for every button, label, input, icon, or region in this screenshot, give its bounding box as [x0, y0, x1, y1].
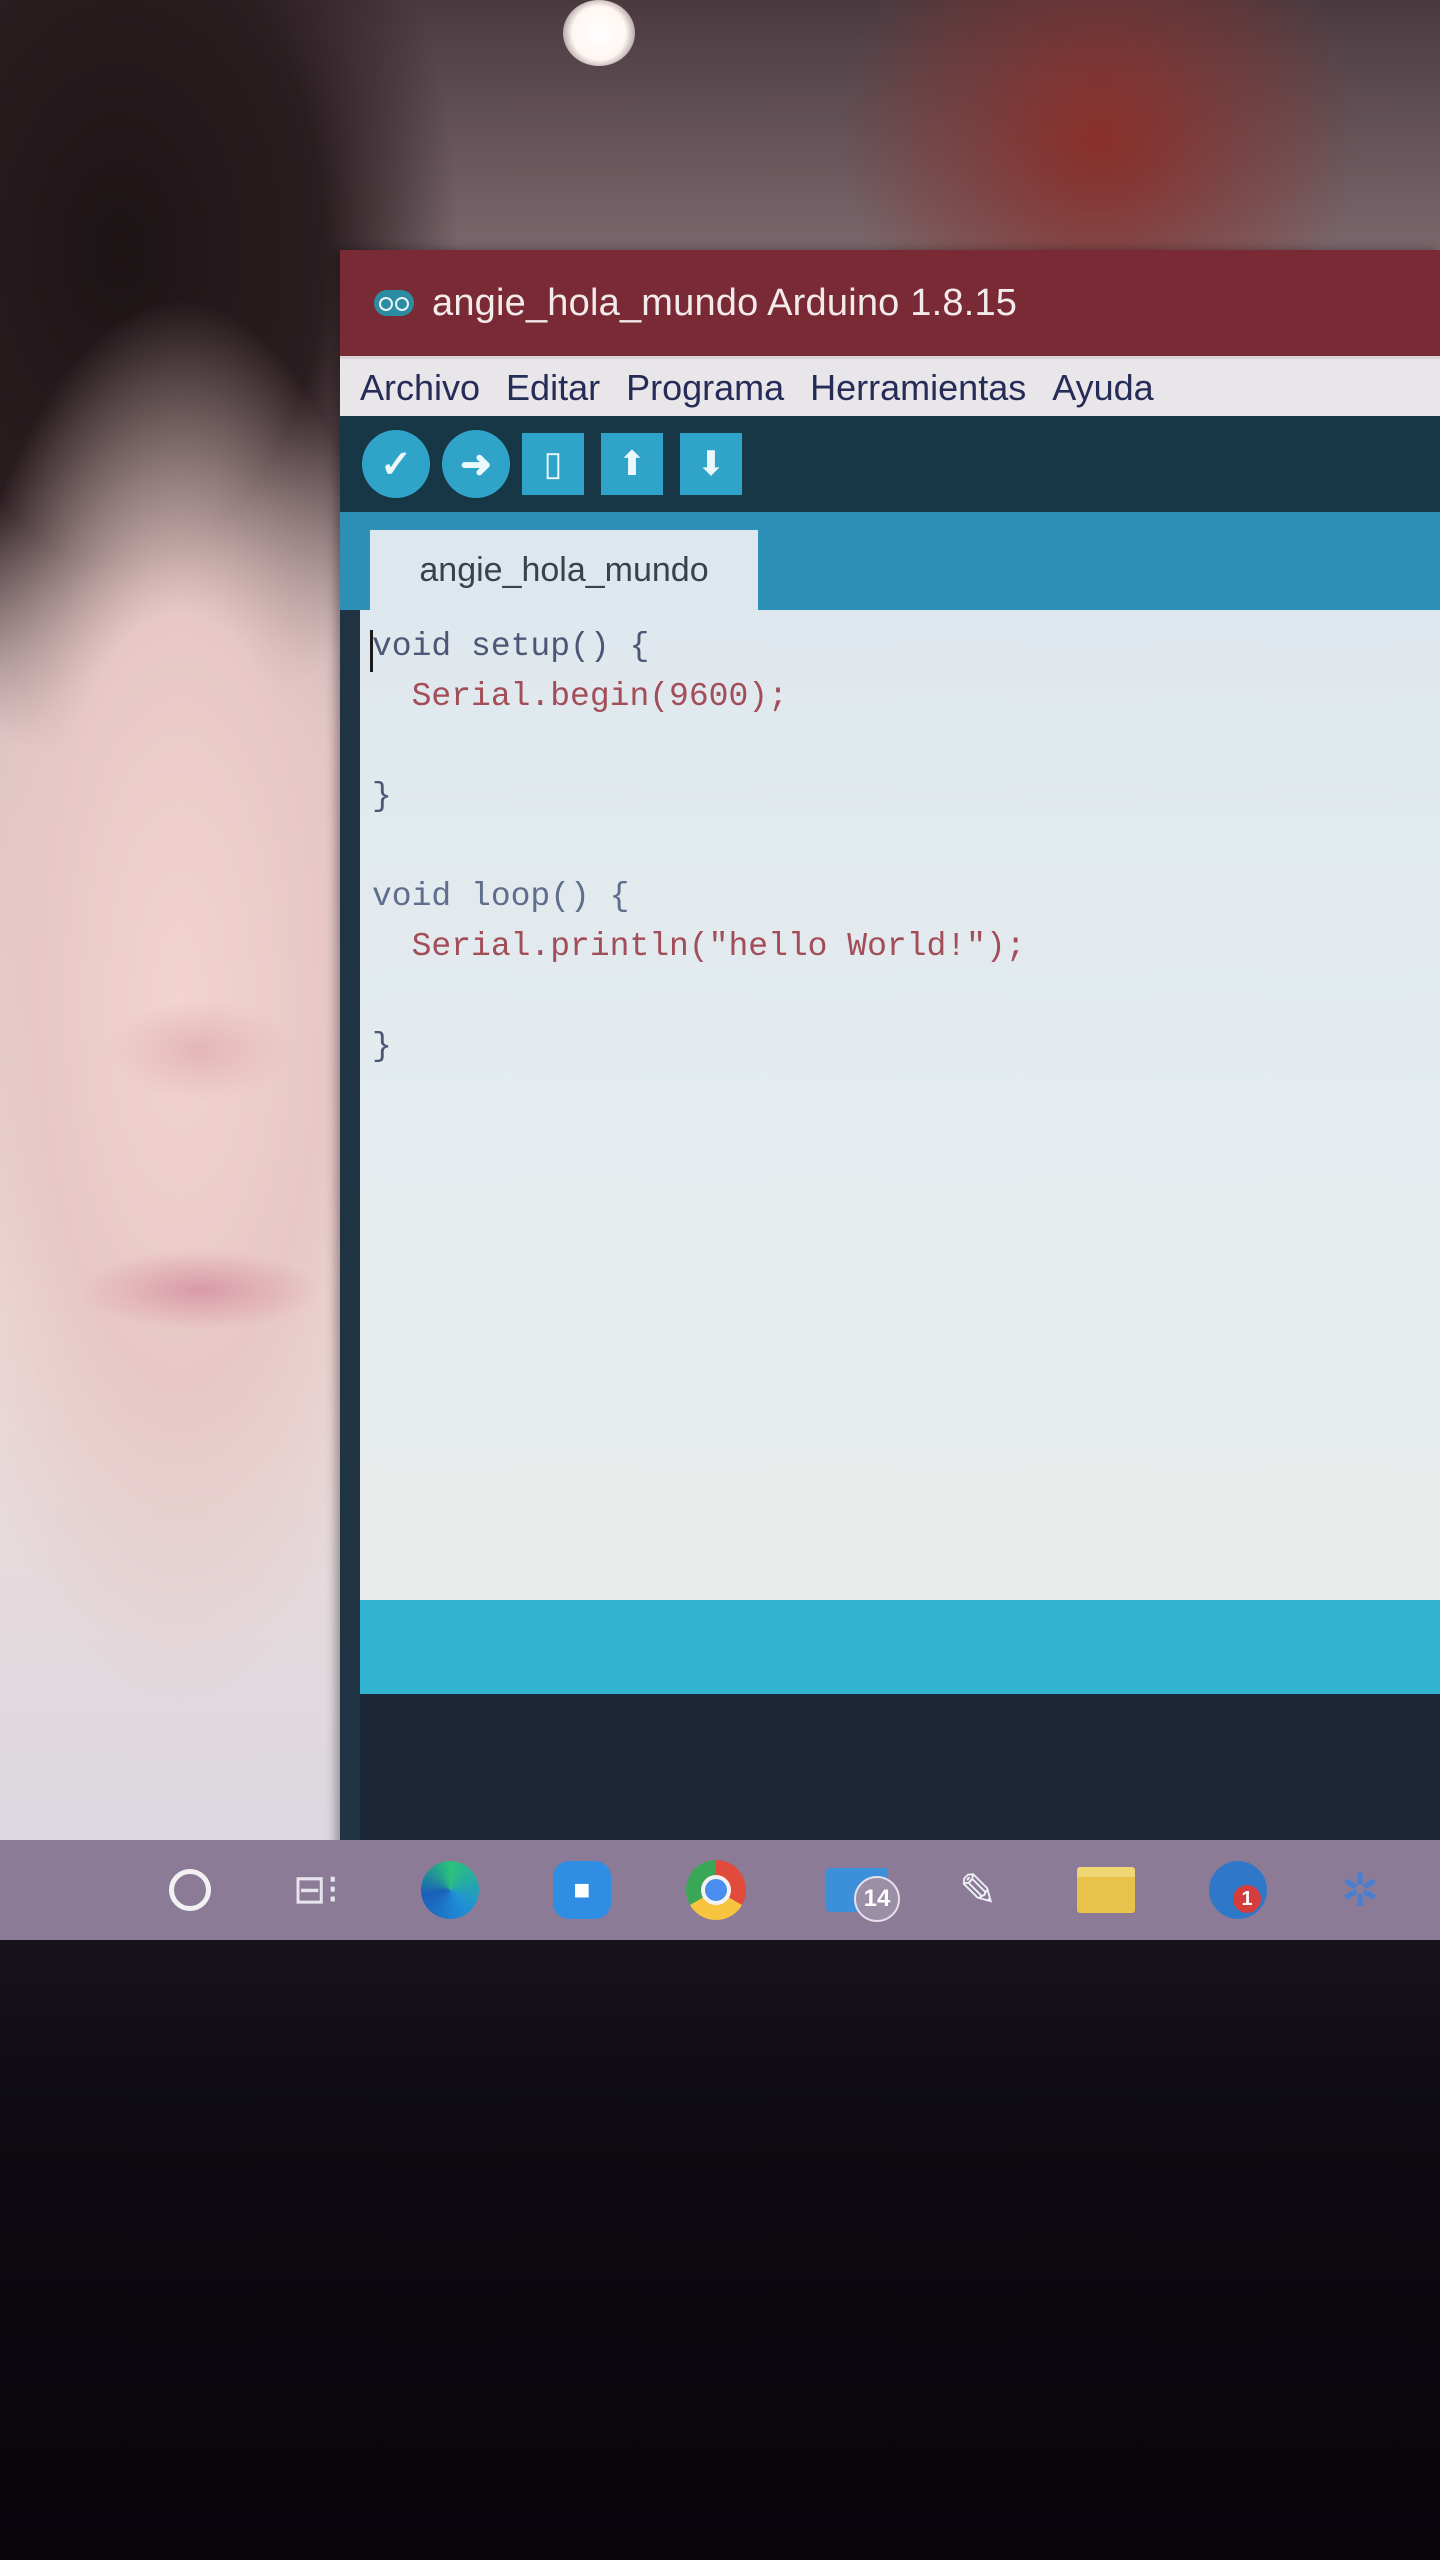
upload-button[interactable]: ➜	[442, 430, 510, 498]
open-sketch-button[interactable]: ⬆	[601, 433, 663, 495]
task-view-icon[interactable]: ⊟⁝	[286, 1860, 346, 1920]
menu-bar: Archivo Editar Programa Herramientas Ayu…	[340, 356, 1440, 416]
code-line-6: void loop() {	[372, 878, 630, 915]
video-call-app-icon[interactable]: ■	[552, 1860, 612, 1920]
chrome-browser-icon[interactable]	[686, 1860, 746, 1920]
code-line-7: Serial.println("hello World!");	[372, 928, 1026, 965]
menu-editar[interactable]: Editar	[506, 367, 600, 409]
arduino-notification-badge: 1	[1233, 1885, 1261, 1913]
edge-browser-icon[interactable]	[420, 1860, 480, 1920]
save-arrow-down-icon: ⬇	[696, 445, 726, 483]
verify-button[interactable]: ✓	[362, 430, 430, 498]
code-editor[interactable]: void setup() { Serial.begin(9600); } voi…	[360, 610, 1440, 1600]
save-sketch-button[interactable]: ⬇	[680, 433, 742, 495]
task-view-glyph: ⊟⁝	[292, 1868, 340, 1912]
code-line-2: Serial.begin(9600);	[372, 678, 788, 715]
upload-arrow-icon: ➜	[460, 443, 492, 486]
people-glyph: ✲	[1340, 1864, 1380, 1916]
code-line-9: }	[372, 1028, 392, 1065]
title-bar[interactable]: angie_hola_mundo Arduino 1.8.15	[340, 250, 1440, 356]
arduino-taskbar-icon[interactable]: 1	[1208, 1860, 1268, 1920]
open-arrow-up-icon: ⬆	[617, 445, 647, 483]
paint-glyph: ✎	[958, 1864, 998, 1916]
cortana-search-icon[interactable]	[160, 1860, 220, 1920]
file-explorer-icon[interactable]	[1076, 1860, 1136, 1920]
code-line-4: }	[372, 778, 392, 815]
menu-ayuda[interactable]: Ayuda	[1052, 367, 1153, 409]
new-file-icon: ▯	[543, 445, 563, 483]
ceiling-light-glare	[563, 0, 635, 66]
arduino-logo-icon	[374, 290, 414, 316]
output-console[interactable]	[360, 1694, 1440, 1850]
status-bar	[360, 1600, 1440, 1694]
toolbar: ✓ ➜ ▯ ⬆ ⬇	[340, 416, 1440, 512]
tab-strip: angie_hola_mundo	[340, 512, 1440, 610]
mail-app-icon[interactable]: 14	[812, 1860, 902, 1922]
verify-check-icon: ✓	[380, 443, 412, 486]
mail-unread-badge: 14	[854, 1876, 900, 1922]
tab-label: angie_hola_mundo	[419, 550, 709, 589]
code-line-1: void setup() {	[372, 628, 650, 665]
paint-app-icon[interactable]: ✎	[948, 1860, 1008, 1920]
arduino-ide-window: angie_hola_mundo Arduino 1.8.15 Archivo …	[340, 250, 1440, 1850]
menu-archivo[interactable]: Archivo	[360, 367, 480, 409]
window-title: angie_hola_mundo Arduino 1.8.15	[432, 281, 1018, 324]
tab-angie-hola-mundo[interactable]: angie_hola_mundo	[370, 530, 758, 610]
menu-programa[interactable]: Programa	[626, 367, 784, 409]
people-app-icon[interactable]: ✲	[1330, 1860, 1390, 1920]
taskbar: ⊟⁝ ■ 14 ✎ 1 ✲	[0, 1840, 1440, 1940]
menu-herramientas[interactable]: Herramientas	[810, 367, 1026, 409]
new-sketch-button[interactable]: ▯	[522, 433, 584, 495]
monitor-bezel-dark-area	[0, 1940, 1440, 2560]
